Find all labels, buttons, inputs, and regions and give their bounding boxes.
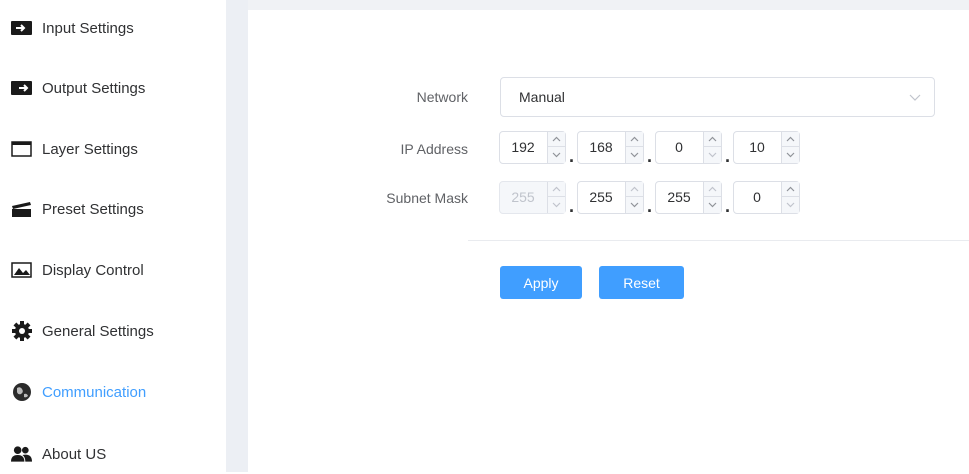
chevron-down-icon	[630, 152, 639, 157]
ip-octet-3-value: 0	[675, 139, 683, 155]
chevron-up-icon	[630, 136, 639, 142]
mask-octet-2-stepper	[625, 182, 643, 213]
decrease-button	[548, 197, 565, 212]
mask-separator: .	[569, 196, 575, 216]
mask-octet-2-input[interactable]: 255	[577, 181, 644, 214]
mask-octet-1-stepper	[547, 182, 565, 213]
ip-octet-1-value: 192	[511, 139, 535, 155]
ip-octet-4-stepper	[781, 132, 799, 163]
chevron-down-icon	[708, 202, 717, 207]
subnet-mask-label: Subnet Mask	[386, 190, 468, 206]
increase-button	[548, 182, 565, 197]
chevron-up-icon	[708, 186, 717, 192]
sidebar-item-label: About US	[42, 445, 107, 463]
sidebar-item-output-settings[interactable]: Output Settings	[0, 68, 226, 108]
sidebar-item-about-us[interactable]: About US	[0, 434, 226, 474]
mask-separator: .	[725, 196, 731, 216]
chevron-up-icon	[630, 186, 639, 192]
increase-button[interactable]	[548, 132, 565, 147]
users-icon	[11, 445, 32, 463]
mask-octet-3-stepper	[703, 182, 721, 213]
chevron-down-icon	[708, 152, 717, 157]
chevron-down-icon	[630, 202, 639, 207]
sidebar-item-label: General Settings	[42, 322, 154, 340]
sidebar-item-display-control[interactable]: Display Control	[0, 250, 226, 290]
chevron-up-icon	[708, 136, 717, 142]
sidebar-item-input-settings[interactable]: Input Settings	[0, 8, 226, 48]
mask-separator: .	[647, 196, 653, 216]
increase-button[interactable]	[626, 182, 643, 197]
ip-octet-1-stepper	[547, 132, 565, 163]
decrease-button[interactable]	[626, 147, 643, 162]
sidebar-item-label: Display Control	[42, 261, 144, 279]
ip-octet-3-stepper	[703, 132, 721, 163]
clapperboard-icon	[11, 200, 32, 218]
chevron-up-icon	[552, 136, 561, 142]
sidebar-item-general-settings[interactable]: General Settings	[0, 311, 226, 351]
mask-octet-3-input[interactable]: 255	[655, 181, 722, 214]
ip-octet-2-stepper	[625, 132, 643, 163]
ip-octet-3-input[interactable]: 0	[655, 131, 722, 164]
ip-octet-1-input[interactable]: 192	[499, 131, 566, 164]
reset-button[interactable]: Reset	[599, 266, 684, 299]
ip-separator: .	[647, 146, 653, 166]
mask-octet-1-value: 255	[511, 189, 535, 205]
chevron-up-icon	[786, 186, 795, 192]
decrease-button[interactable]	[626, 197, 643, 212]
sidebar-item-label: Preset Settings	[42, 200, 144, 218]
sidebar: Input Settings Output Settings Layer Set…	[0, 0, 226, 472]
sidebar-item-communication[interactable]: Communication	[0, 372, 226, 412]
network-select[interactable]: Manual	[500, 77, 935, 117]
sidebar-item-layer-settings[interactable]: Layer Settings	[0, 129, 226, 169]
decrease-button[interactable]	[704, 147, 721, 162]
increase-button[interactable]	[782, 132, 799, 147]
network-label: Network	[416, 89, 468, 105]
chevron-up-icon	[552, 186, 561, 192]
sidebar-item-label: Layer Settings	[42, 140, 138, 158]
increase-button[interactable]	[782, 182, 799, 197]
gear-icon	[11, 321, 32, 341]
sidebar-divider	[226, 0, 248, 472]
input-arrow-icon	[11, 19, 32, 37]
network-select-value: Manual	[519, 89, 565, 105]
chevron-down-icon	[552, 152, 561, 157]
chevron-down-icon	[552, 202, 561, 207]
output-arrow-icon	[11, 79, 32, 97]
chevron-down-icon	[909, 94, 921, 101]
increase-button[interactable]	[704, 182, 721, 197]
form-divider	[468, 240, 969, 241]
mask-octet-4-value: 0	[753, 189, 761, 205]
ip-octet-4-input[interactable]: 10	[733, 131, 800, 164]
image-icon	[11, 261, 32, 279]
ip-separator: .	[725, 146, 731, 166]
mask-octet-2-value: 255	[589, 189, 613, 205]
ip-octet-2-value: 168	[589, 139, 613, 155]
mask-octet-1-input: 255	[499, 181, 566, 214]
sidebar-item-label: Output Settings	[42, 79, 146, 97]
ip-separator: .	[569, 146, 575, 166]
mask-octet-3-value: 255	[667, 189, 691, 205]
globe-icon	[11, 383, 32, 401]
ip-address-label: IP Address	[400, 141, 468, 157]
chevron-down-icon	[786, 202, 795, 207]
ip-octet-2-input[interactable]: 168	[577, 131, 644, 164]
window-icon	[11, 140, 32, 158]
increase-button[interactable]	[626, 132, 643, 147]
decrease-button[interactable]	[782, 197, 799, 212]
increase-button[interactable]	[704, 132, 721, 147]
top-strip	[248, 0, 969, 10]
sidebar-item-label: Input Settings	[42, 19, 134, 37]
decrease-button[interactable]	[782, 147, 799, 162]
ip-octet-4-value: 10	[749, 139, 765, 155]
mask-octet-4-stepper	[781, 182, 799, 213]
mask-octet-4-input[interactable]: 0	[733, 181, 800, 214]
sidebar-item-label: Communication	[42, 383, 147, 401]
sidebar-item-preset-settings[interactable]: Preset Settings	[0, 189, 226, 229]
decrease-button[interactable]	[704, 197, 721, 212]
chevron-up-icon	[786, 136, 795, 142]
decrease-button[interactable]	[548, 147, 565, 162]
chevron-down-icon	[786, 152, 795, 157]
apply-button[interactable]: Apply	[500, 266, 582, 299]
